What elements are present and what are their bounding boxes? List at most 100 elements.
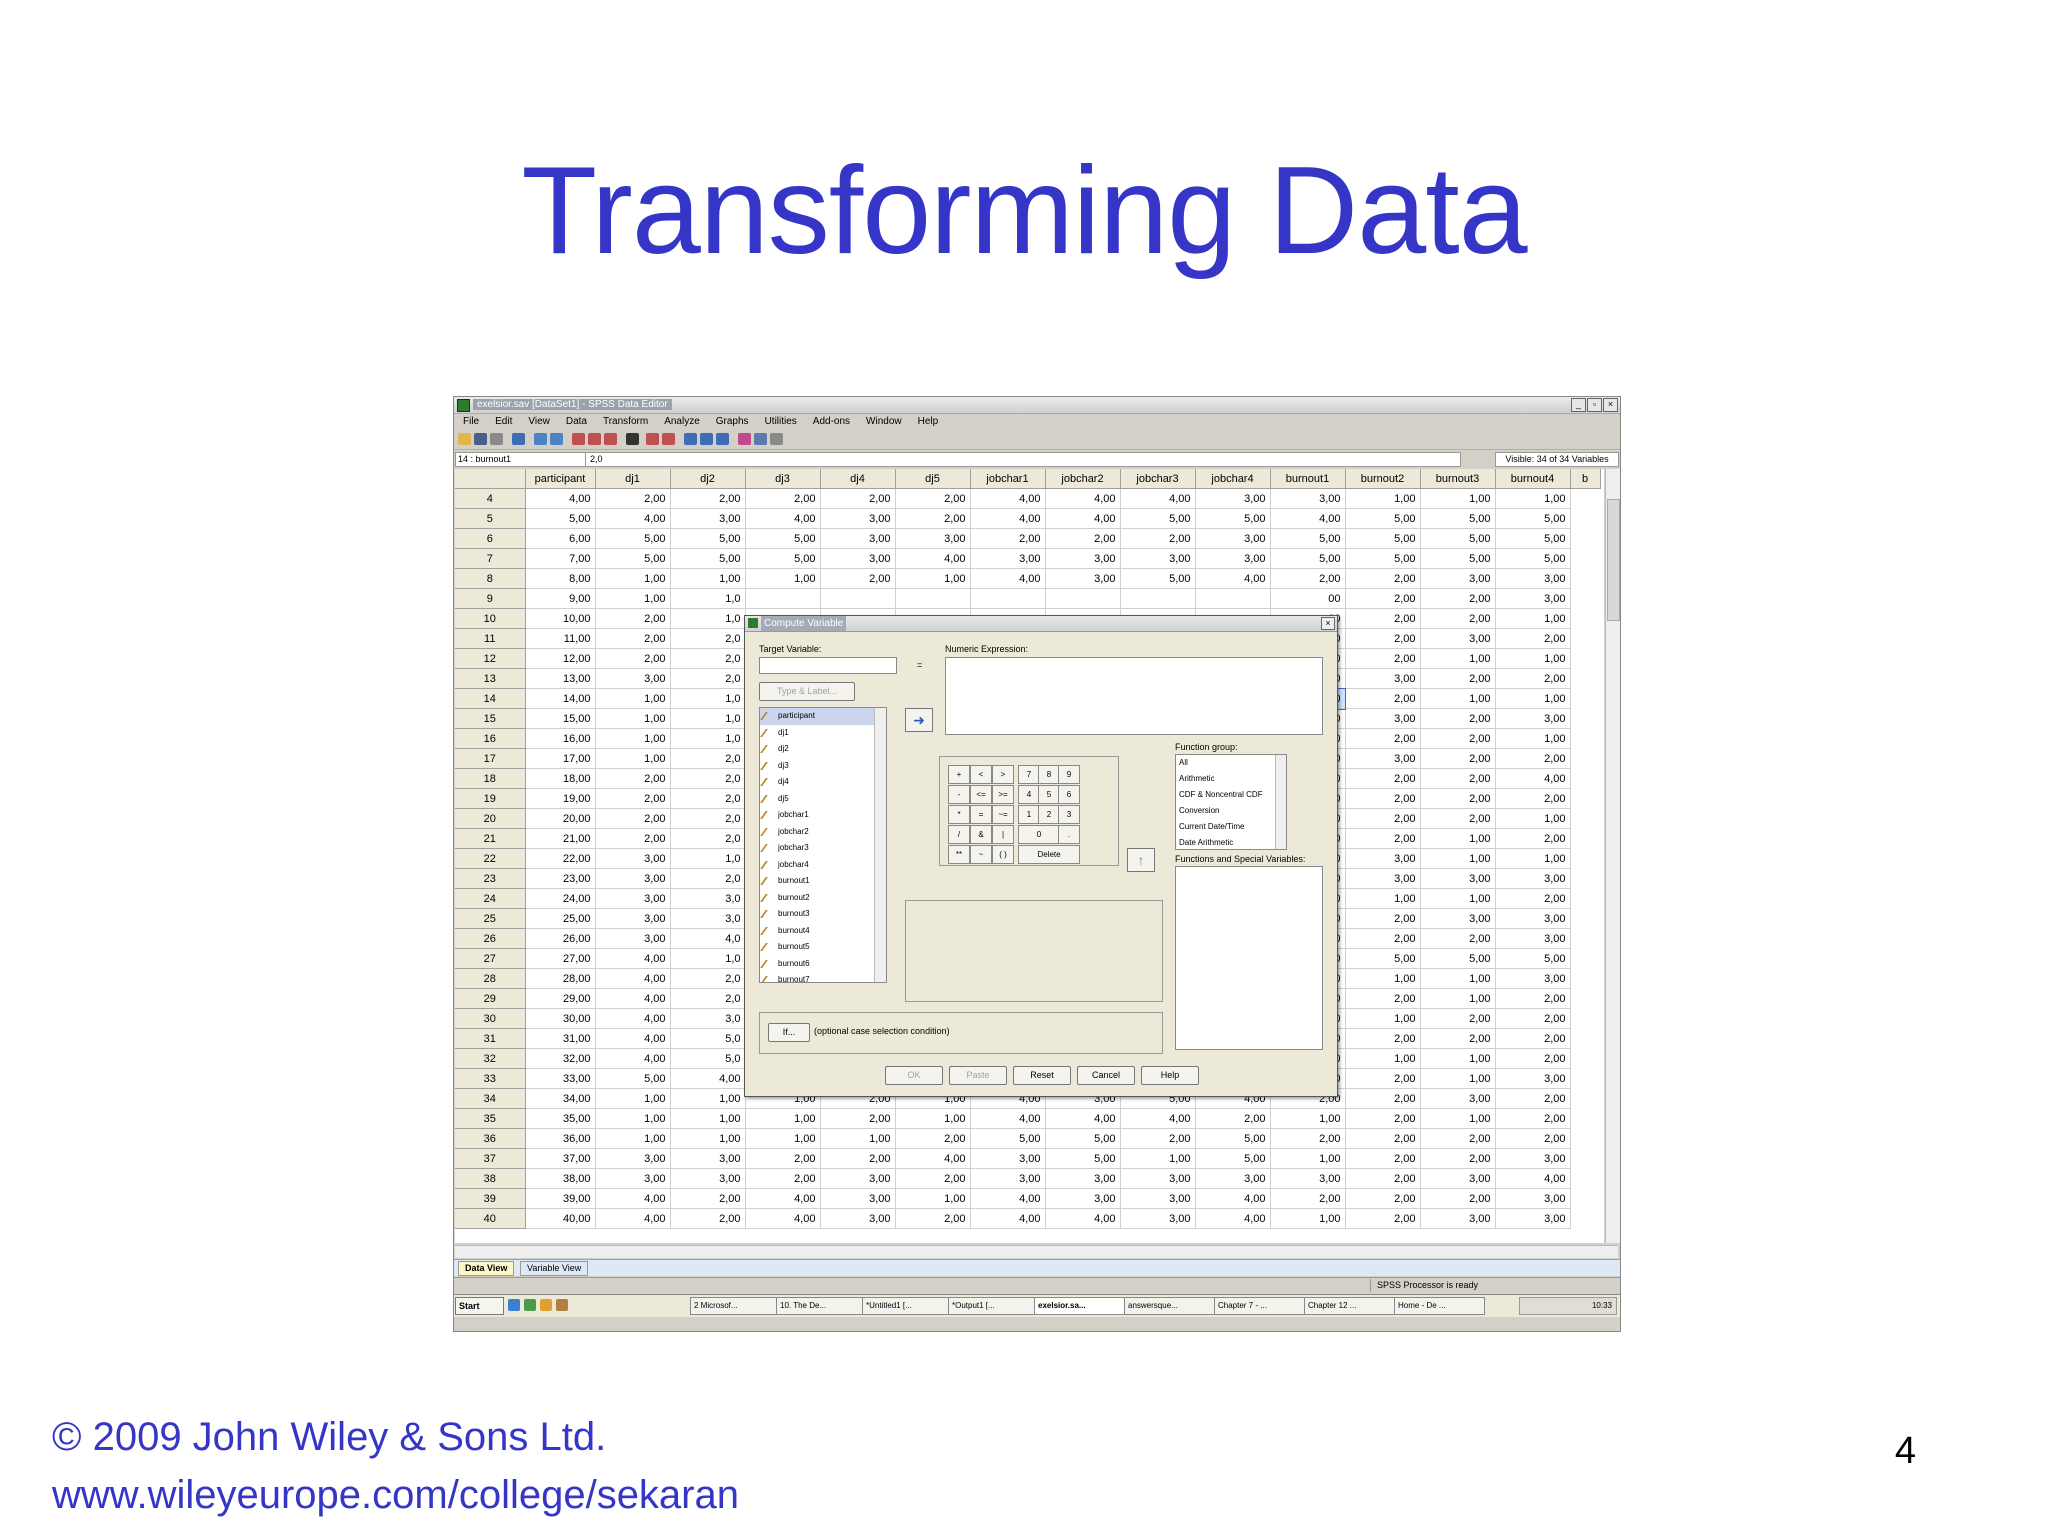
table-cell[interactable]: 5,00 (670, 528, 746, 549)
variable-list-item[interactable]: burnout3 (760, 906, 886, 923)
table-cell[interactable]: 2,00 (745, 1168, 821, 1189)
table-cell[interactable]: 4,00 (670, 1068, 746, 1089)
table-cell[interactable]: 2,00 (1495, 828, 1571, 849)
taskbar-item[interactable]: Home - De ... (1394, 1297, 1485, 1315)
table-cell[interactable]: 2,00 (595, 648, 671, 669)
table-cell[interactable]: 2,00 (1420, 708, 1496, 729)
table-cell[interactable]: 3,00 (1420, 868, 1496, 889)
variable-list-item[interactable]: burnout7 (760, 972, 886, 982)
table-cell[interactable]: 2,00 (1345, 928, 1421, 949)
variable-list-item[interactable]: burnout4 (760, 923, 886, 940)
insert-variable-icon[interactable] (662, 433, 675, 445)
table-cell[interactable]: 4,00 (525, 488, 596, 509)
table-cell[interactable]: 2,00 (1420, 808, 1496, 829)
menu-edit[interactable]: Edit (495, 414, 512, 430)
table-cell[interactable]: 2,00 (1420, 928, 1496, 949)
table-cell[interactable]: 3,00 (1495, 1148, 1571, 1169)
calculator-key[interactable]: <= (970, 785, 992, 804)
table-cell[interactable] (970, 588, 1046, 609)
table-cell[interactable]: 1,00 (595, 728, 671, 749)
table-cell[interactable]: 3,00 (1495, 928, 1571, 949)
table-cell[interactable]: 1,00 (895, 1188, 971, 1209)
table-cell[interactable]: 23,00 (525, 868, 596, 889)
table-cell[interactable]: 2,00 (1495, 988, 1571, 1009)
table-cell[interactable]: 32,00 (525, 1048, 596, 1069)
taskbar-item[interactable]: Chapter 12 ... (1304, 1297, 1395, 1315)
table-cell[interactable]: 2,00 (595, 808, 671, 829)
table-cell[interactable]: 5,00 (1420, 548, 1496, 569)
table-cell[interactable]: 3,00 (1120, 1188, 1196, 1209)
table-cell[interactable]: 3,00 (1120, 548, 1196, 569)
start-button[interactable]: Start (455, 1297, 504, 1315)
table-cell[interactable]: 9,00 (525, 588, 596, 609)
calculator-key[interactable]: 1 (1018, 805, 1040, 824)
taskbar-item[interactable]: 10. The De... (776, 1297, 863, 1315)
table-cell[interactable]: 22,00 (525, 848, 596, 869)
table-cell[interactable]: 5,00 (595, 1068, 671, 1089)
type-label-button[interactable]: Type & Label... (759, 682, 855, 701)
goto-variable-icon[interactable] (588, 433, 601, 445)
row-header[interactable]: 11 (455, 628, 526, 649)
insert-cases-icon[interactable] (646, 433, 659, 445)
table-cell[interactable]: 1,00 (1420, 988, 1496, 1009)
table-cell[interactable]: 1,0 (670, 608, 746, 629)
table-cell[interactable]: 4,00 (595, 1028, 671, 1049)
table-cell[interactable]: 1,00 (1345, 888, 1421, 909)
table-cell[interactable]: 2,00 (1345, 628, 1421, 649)
numeric-expression-input[interactable] (945, 657, 1323, 735)
table-cell[interactable]: 2,00 (1345, 1148, 1421, 1169)
maximize-icon[interactable]: ▫ (1587, 398, 1602, 412)
table-cell[interactable]: 2,0 (670, 628, 746, 649)
table-cell[interactable]: 2,00 (1420, 1028, 1496, 1049)
if-button[interactable]: If... (768, 1023, 810, 1042)
function-group-item[interactable]: Conversion (1176, 803, 1286, 819)
table-cell[interactable]: 1,0 (670, 588, 746, 609)
table-cell[interactable]: 4,00 (1045, 508, 1121, 529)
table-cell[interactable] (1195, 588, 1271, 609)
table-cell[interactable]: 5,00 (1420, 948, 1496, 969)
calculator-key[interactable]: / (948, 825, 970, 844)
table-cell[interactable]: 2,00 (1420, 768, 1496, 789)
select-cases-icon[interactable] (716, 433, 729, 445)
table-cell[interactable]: 1,00 (895, 568, 971, 589)
menu-analyze[interactable]: Analyze (664, 414, 700, 430)
table-cell[interactable]: 1,00 (1495, 648, 1571, 669)
column-header[interactable]: jobchar3 (1120, 469, 1196, 489)
cancel-button[interactable]: Cancel (1077, 1066, 1135, 1085)
calculator-key[interactable]: ** (948, 845, 970, 864)
table-cell[interactable]: 3,00 (1345, 708, 1421, 729)
row-header[interactable]: 27 (455, 948, 526, 969)
table-cell[interactable]: 1,00 (670, 1108, 746, 1129)
table-cell[interactable]: 8,00 (525, 568, 596, 589)
table-cell[interactable]: 2,00 (595, 788, 671, 809)
row-header[interactable]: 9 (455, 588, 526, 609)
table-cell[interactable]: 11,00 (525, 628, 596, 649)
table-cell[interactable]: 5,00 (1195, 1128, 1271, 1149)
table-cell[interactable]: 3,00 (670, 1168, 746, 1189)
table-cell[interactable]: 5,00 (1120, 568, 1196, 589)
table-cell[interactable]: 3,00 (1495, 588, 1571, 609)
variable-list-item[interactable]: burnout6 (760, 956, 886, 973)
table-cell[interactable]: 2,00 (1495, 1048, 1571, 1069)
table-cell[interactable]: 2,00 (1495, 1008, 1571, 1029)
table-cell[interactable]: 3,00 (1195, 488, 1271, 509)
table-cell[interactable]: 2,00 (1495, 1128, 1571, 1149)
menu-addons[interactable]: Add-ons (813, 414, 850, 430)
table-cell[interactable]: 4,00 (1120, 488, 1196, 509)
calculator-key[interactable]: 2 (1038, 805, 1060, 824)
table-cell[interactable]: 2,00 (1345, 788, 1421, 809)
vertical-scrollbar[interactable] (1605, 469, 1620, 1243)
table-cell[interactable]: 39,00 (525, 1188, 596, 1209)
table-cell[interactable]: 2,00 (1420, 1188, 1496, 1209)
table-cell[interactable]: 3,00 (1420, 1088, 1496, 1109)
table-cell[interactable]: 7,00 (525, 548, 596, 569)
table-cell[interactable]: 20,00 (525, 808, 596, 829)
row-header[interactable]: 5 (455, 508, 526, 529)
table-cell[interactable]: 3,00 (820, 1168, 896, 1189)
table-cell[interactable]: 38,00 (525, 1168, 596, 1189)
table-cell[interactable]: 2,00 (1345, 1188, 1421, 1209)
variable-list-item[interactable]: dj2 (760, 741, 886, 758)
variable-list-item[interactable]: dj3 (760, 758, 886, 775)
table-cell[interactable]: 1,00 (595, 588, 671, 609)
row-header[interactable]: 6 (455, 528, 526, 549)
